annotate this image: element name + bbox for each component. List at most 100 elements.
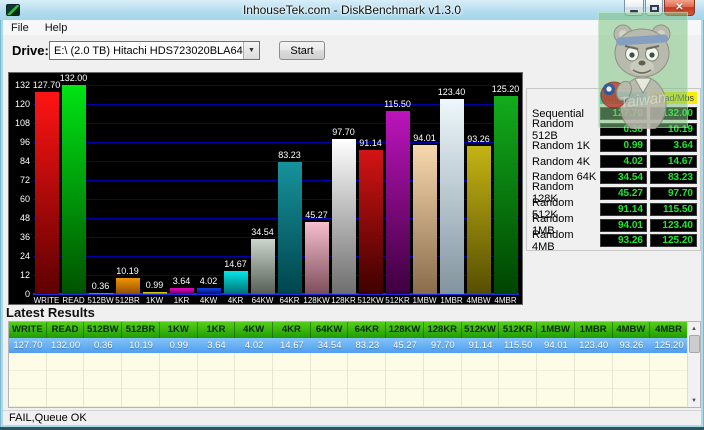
y-axis-tick-label: 0 [9, 289, 30, 299]
bar-128kw [305, 222, 329, 294]
bar-value-label: 83.23 [278, 150, 301, 160]
empty-cell-column [47, 353, 85, 407]
table-column-header-4kw[interactable]: 4KW [235, 322, 273, 338]
table-column-header-1kr[interactable]: 1KR [198, 322, 236, 338]
bar-slot-read: 132.00READ [60, 85, 87, 294]
latest-results-header-row: WRITEREAD512BW512BR1KW1KR4KW4KR64KW64KR1… [9, 322, 688, 338]
menu-help[interactable]: Help [37, 22, 76, 34]
empty-cell-column [160, 353, 198, 407]
menu-file[interactable]: File [3, 22, 37, 34]
empty-cell-column [424, 353, 462, 407]
close-button[interactable]: ✕ [664, 0, 695, 16]
x-axis-tick-label: 128KW [303, 296, 329, 305]
bar-value-label: 0.36 [92, 281, 110, 291]
x-axis-tick-label: READ [62, 296, 84, 305]
write-value-display: 91.14 [600, 203, 647, 216]
bar-value-label: 0.99 [146, 280, 164, 290]
scrollbar[interactable]: ▲ ▼ [687, 322, 700, 407]
x-axis-tick-label: 4KR [228, 296, 244, 305]
x-axis-tick-label: 512BR [115, 296, 139, 305]
read-value-display: 14.67 [650, 155, 697, 168]
x-axis-tick-label: 128KR [331, 296, 355, 305]
x-axis-tick-label: 64KW [252, 296, 274, 305]
scroll-down-icon[interactable]: ▼ [688, 394, 700, 407]
y-axis-tick-label: 120 [9, 99, 30, 109]
y-axis-tick-label: 12 [9, 270, 30, 280]
results-row-label: Random 4MB [532, 229, 597, 253]
table-column-header-1mbr[interactable]: 1MBR [575, 322, 613, 338]
bar-value-label: 125.20 [492, 84, 520, 94]
y-axis-tick-label: 36 [9, 232, 30, 242]
results-row-label: Random 1K [532, 140, 597, 152]
bar-1mbr [440, 99, 464, 294]
minimize-button[interactable] [624, 0, 644, 16]
x-axis-tick-label: 4MBW [467, 296, 491, 305]
table-column-header-128kw[interactable]: 128KW [386, 322, 424, 338]
table-column-header-1kw[interactable]: 1KW [160, 322, 198, 338]
latest-results-heading: Latest Results [6, 305, 95, 320]
table-column-header-1mbw[interactable]: 1MBW [537, 322, 575, 338]
benchmark-chart: 01224364860728496108120132127.70WRITE132… [8, 72, 523, 305]
bar-slot-128kr: 97.70128KR [330, 85, 357, 294]
table-column-header-4mbw[interactable]: 4MBW [613, 322, 651, 338]
bar-value-label: 10.19 [116, 266, 139, 276]
results-row-label: Random 4K [532, 156, 597, 168]
titlebar[interactable]: InhouseTek.com - DiskBenchmark v1.3.0 ✕ [0, 0, 704, 20]
bar-slot-1mbw: 94.011MBW [411, 85, 438, 294]
table-column-header-4kr[interactable]: 4KR [273, 322, 311, 338]
scroll-up-icon[interactable]: ▲ [688, 322, 700, 335]
results-panel: Write/MbsRead/MbsSequential127.70132.00R… [526, 88, 701, 251]
start-button[interactable]: Start [279, 41, 325, 60]
write-value-display: 4.02 [600, 155, 647, 168]
bar-slot-1kw: 0.991KW [141, 85, 168, 294]
latest-results-empty-area [9, 353, 688, 407]
table-column-header-128kr[interactable]: 128KR [424, 322, 462, 338]
table-cell: 94.01 [537, 338, 575, 353]
table-column-header-512bw[interactable]: 512BW [84, 322, 122, 338]
x-axis-tick-label: 512KR [385, 296, 409, 305]
bar-slot-64kw: 34.5464KW [249, 85, 276, 294]
table-cell: 93.26 [613, 338, 651, 353]
drive-select[interactable]: E:\ (2.0 TB) Hitachi HDS723020BLA642 USB… [49, 41, 260, 60]
table-cell: 127.70 [9, 338, 47, 353]
table-column-header-4mbr[interactable]: 4MBR [650, 322, 688, 338]
column-header-read: Read/Mbs [650, 92, 697, 104]
maximize-button[interactable] [645, 0, 663, 16]
empty-cell-column [9, 353, 47, 407]
table-column-header-512kw[interactable]: 512KW [462, 322, 500, 338]
x-axis-tick-label: 4MBR [494, 296, 516, 305]
table-column-header-write[interactable]: WRITE [9, 322, 47, 338]
table-column-header-64kw[interactable]: 64KW [311, 322, 349, 338]
table-column-header-512kr[interactable]: 512KR [499, 322, 537, 338]
bar-slot-4kr: 14.674KR [222, 85, 249, 294]
table-cell: 83.23 [348, 338, 386, 353]
bar-128kr [332, 139, 356, 294]
bar-value-label: 34.54 [251, 227, 274, 237]
latest-results-selected-row[interactable]: 127.70132.000.3610.190.993.644.0214.6734… [9, 338, 688, 353]
y-axis-tick-label: 84 [9, 156, 30, 166]
bar-512kw [359, 150, 383, 294]
scrollbar-thumb[interactable] [689, 335, 700, 353]
column-header-write: Write/Mbs [600, 92, 647, 104]
write-value-display: 93.26 [600, 234, 647, 247]
client-area: File Help Drive: E:\ (2.0 TB) Hitachi HD… [3, 20, 701, 425]
table-column-header-read[interactable]: READ [47, 322, 85, 338]
y-axis-tick-label: 48 [9, 213, 30, 223]
x-axis-tick-label: 1KW [146, 296, 163, 305]
bar-value-label: 93.26 [467, 134, 490, 144]
bar-512br [116, 278, 140, 294]
write-value-display: 94.01 [600, 219, 647, 232]
table-column-header-512br[interactable]: 512BR [122, 322, 160, 338]
minimize-icon [630, 10, 638, 13]
menubar: File Help [3, 20, 701, 35]
empty-cell-column [273, 353, 311, 407]
table-column-header-64kr[interactable]: 64KR [348, 322, 386, 338]
bar-write [35, 92, 59, 294]
status-bar: FAIL,Queue OK [3, 410, 701, 425]
read-value-display: 83.23 [650, 171, 697, 184]
bar-slot-1kr: 3.641KR [168, 85, 195, 294]
results-row: Random 4K4.0214.67 [532, 155, 697, 169]
bar-read [62, 85, 86, 294]
chevron-down-icon[interactable]: ▼ [243, 42, 259, 59]
read-value-display: 97.70 [650, 187, 697, 200]
